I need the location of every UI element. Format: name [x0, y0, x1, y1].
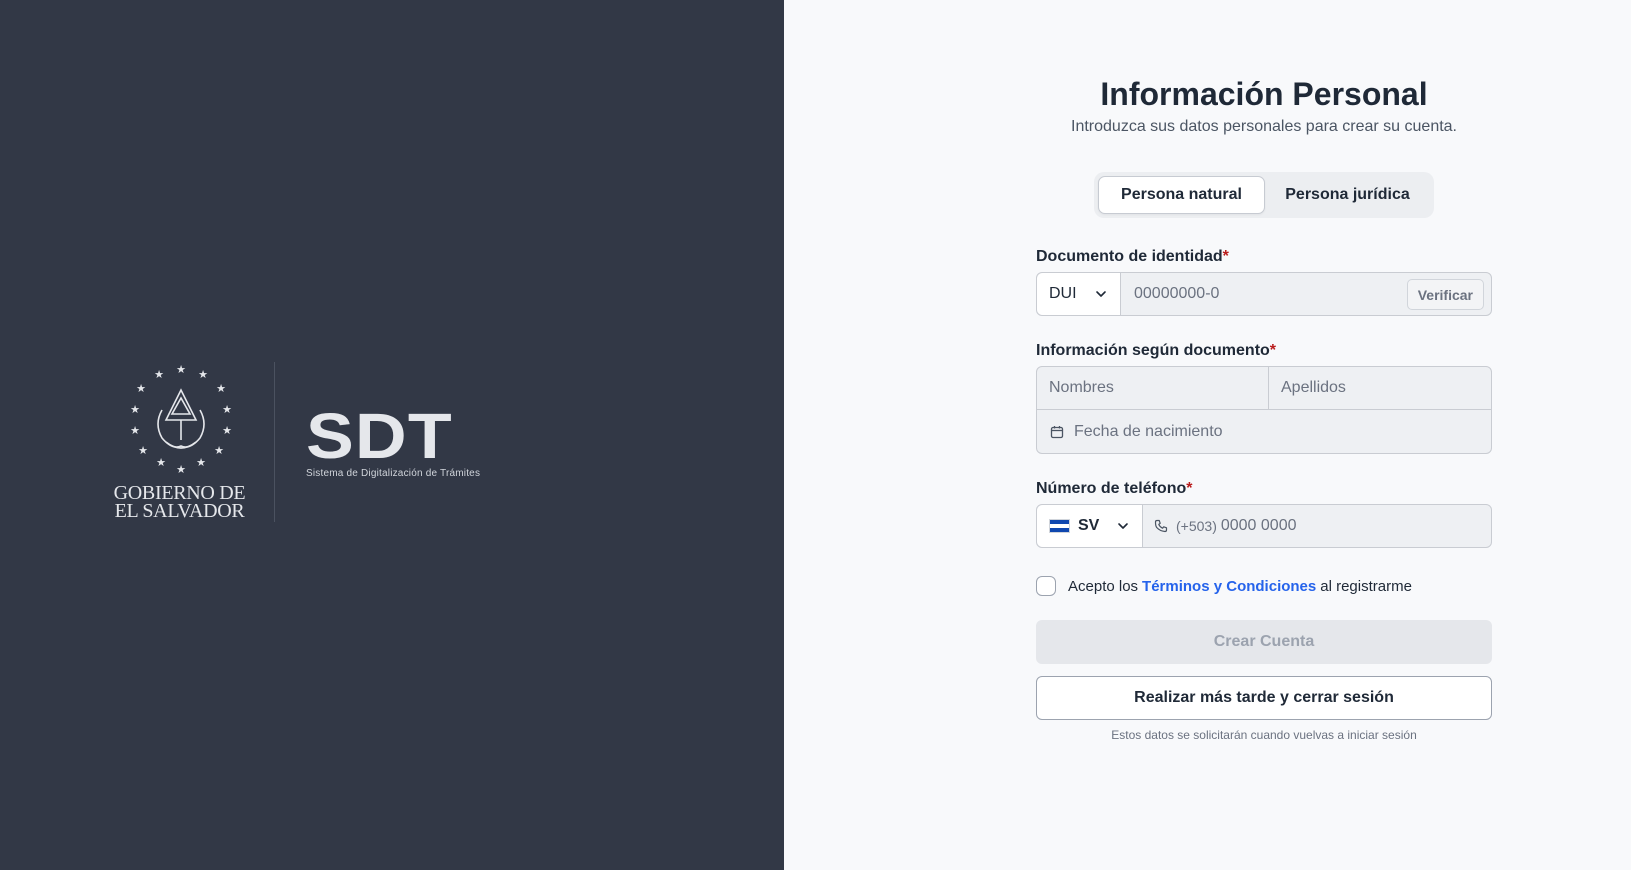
tab-persona-natural[interactable]: Persona natural: [1098, 176, 1265, 214]
svg-text:★: ★: [156, 457, 166, 469]
el-salvador-flag-icon: [1049, 519, 1070, 533]
svg-text:★: ★: [222, 404, 232, 416]
svg-text:★: ★: [130, 425, 140, 437]
sdt-wordmark: SDT: [306, 400, 453, 472]
chevron-down-icon: [1118, 523, 1128, 529]
birthdate-field[interactable]: Fecha de nacimiento: [1037, 410, 1491, 453]
verify-button[interactable]: Verificar: [1406, 279, 1484, 310]
svg-text:★: ★: [154, 369, 164, 381]
terms-checkbox[interactable]: [1036, 576, 1056, 596]
svg-text:★: ★: [138, 445, 148, 457]
person-type-toggle: Persona natural Persona jurídica: [1094, 172, 1434, 218]
country-code-select[interactable]: SV: [1037, 505, 1143, 547]
page-title: Información Personal: [1100, 76, 1428, 112]
government-name: GOBIERNO DE EL SALVADOR: [112, 483, 247, 522]
info-label-text: Información según documento: [1036, 342, 1270, 359]
terms-row: Acepto los Términos y Condiciones al reg…: [1036, 576, 1412, 596]
phone-icon: [1154, 519, 1168, 533]
required-mark: *: [1222, 248, 1229, 265]
svg-text:★: ★: [130, 404, 140, 416]
phone-prefix: (+503): [1176, 518, 1217, 534]
svg-text:★: ★: [198, 369, 208, 381]
later-logout-button[interactable]: Realizar más tarde y cerrar sesión: [1036, 676, 1492, 720]
svg-text:★: ★: [176, 364, 186, 376]
chevron-down-icon: [1096, 291, 1106, 297]
coat-of-arms-icon: ★ ★ ★ ★ ★ ★ ★ ★ ★ ★ ★ ★ ★ ★: [130, 364, 232, 474]
page-subtitle: Introduzca sus datos personales para cre…: [1071, 118, 1457, 135]
footnote: Estos datos se solicitarán cuando vuelva…: [1111, 728, 1417, 742]
terms-suffix: al registrarme: [1320, 577, 1412, 595]
first-name-input[interactable]: [1037, 367, 1269, 409]
phone-label-text: Número de teléfono: [1036, 480, 1187, 497]
logo-divider: [274, 362, 275, 522]
calendar-icon: [1050, 425, 1064, 438]
create-account-button[interactable]: Crear Cuenta: [1036, 620, 1492, 664]
document-type-select[interactable]: DUI: [1037, 273, 1121, 315]
document-type-value: DUI: [1049, 285, 1077, 302]
required-mark: *: [1186, 480, 1193, 497]
phone-input-wrapper: (+503): [1143, 505, 1491, 547]
name-row: [1037, 367, 1500, 410]
terms-prefix: Acepto los: [1068, 577, 1139, 595]
info-label: Información según documento*: [1036, 342, 1276, 360]
svg-text:★: ★: [136, 383, 146, 395]
svg-text:★: ★: [216, 383, 226, 395]
branding-panel: ★ ★ ★ ★ ★ ★ ★ ★ ★ ★ ★ ★ ★ ★ GOBIERNO DE …: [0, 0, 784, 870]
sdt-logo: SDT Sistema de Digitalización de Trámite…: [306, 404, 480, 479]
document-field-group: DUI Verificar: [1036, 272, 1492, 316]
svg-text:★: ★: [176, 464, 186, 474]
svg-text:★: ★: [214, 445, 224, 457]
info-field-group: Fecha de nacimiento: [1036, 366, 1500, 454]
phone-number-input[interactable]: [1216, 517, 1491, 535]
last-name-input[interactable]: [1269, 367, 1500, 409]
document-label: Documento de identidad*: [1036, 248, 1229, 266]
country-code-value: SV: [1078, 517, 1100, 534]
phone-field-group: SV (+503): [1036, 504, 1492, 548]
svg-text:★: ★: [222, 425, 232, 437]
tab-persona-juridica[interactable]: Persona jurídica: [1265, 176, 1430, 214]
phone-label: Número de teléfono*: [1036, 480, 1192, 498]
required-mark: *: [1269, 342, 1277, 359]
terms-link[interactable]: Términos y Condiciones: [1142, 578, 1316, 595]
document-label-text: Documento de identidad: [1036, 248, 1223, 265]
government-name-line2: EL SALVADOR: [114, 500, 245, 522]
birthdate-placeholder: Fecha de nacimiento: [1074, 422, 1223, 440]
svg-text:★: ★: [196, 457, 206, 469]
